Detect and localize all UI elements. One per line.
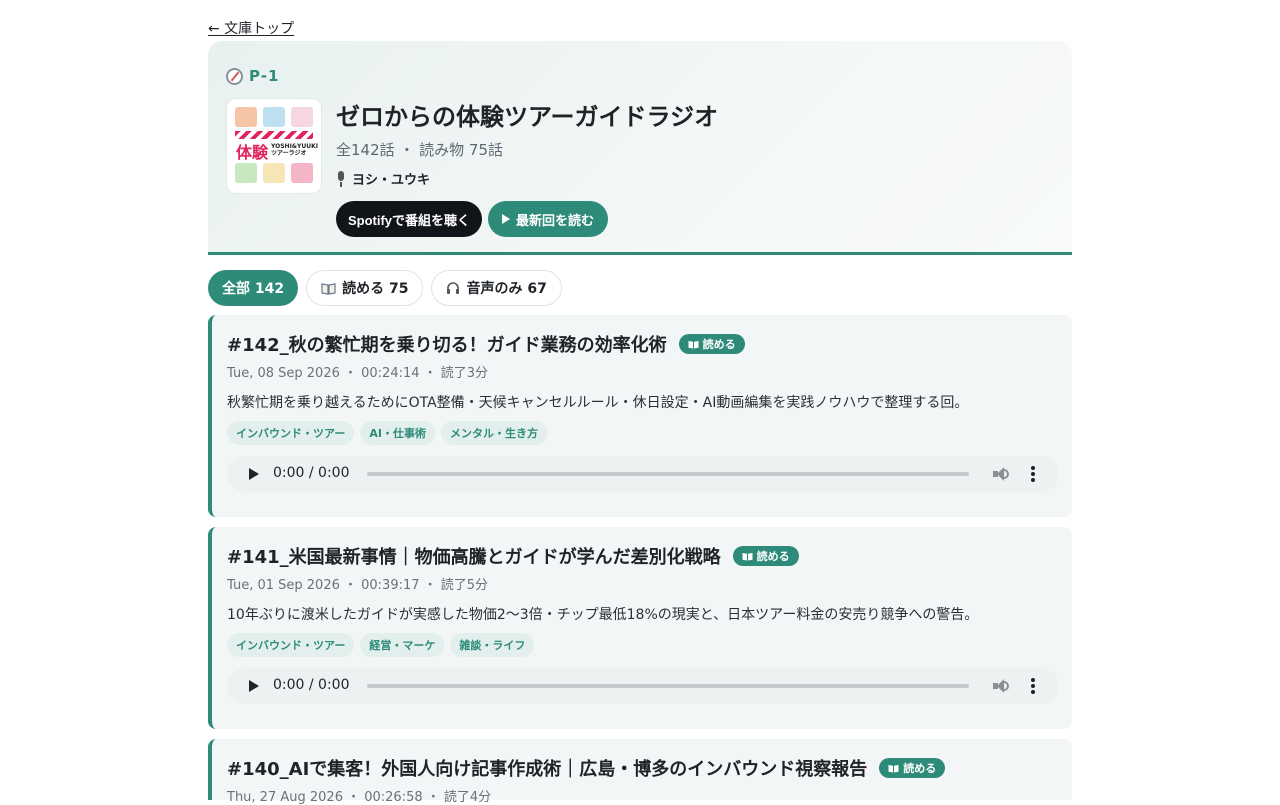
tag-chip[interactable]: 経営・マーケ <box>360 633 445 657</box>
episode-tags: インバウンド・ツアー 経営・マーケ 雑談・ライフ <box>227 633 535 657</box>
filter-all-label: 全部 142 <box>222 281 285 297</box>
cover-stripe <box>235 131 313 139</box>
audio-play-button[interactable] <box>249 680 259 692</box>
audio-time: 0:00 / 0:00 <box>273 677 350 693</box>
compass-icon <box>226 67 243 85</box>
program-code-label: P-1 <box>249 67 280 85</box>
volume-icon[interactable] <box>993 466 1009 482</box>
book-icon <box>742 552 753 560</box>
episode-title-row: #142_秋の繁忙期を乗り切る！ガイド業務の効率化術 読める <box>227 331 745 357</box>
episode-title[interactable]: #142_秋の繁忙期を乗り切る！ガイド業務の効率化術 <box>227 331 667 357</box>
episode-filter-tabs: 全部 142 読める 75 音声のみ 67 <box>208 270 562 306</box>
episode-card[interactable]: #141_米国最新事情｜物価高騰とガイドが学んだ差別化戦略 読める Tue, 0… <box>208 527 1072 729</box>
filter-audio-only-label: 音声のみ 67 <box>466 281 547 297</box>
episode-card[interactable]: #142_秋の繁忙期を乗り切る！ガイド業務の効率化術 読める Tue, 08 S… <box>208 315 1072 517</box>
headphones-icon <box>447 282 460 294</box>
tag-chip[interactable]: AI・仕事術 <box>360 421 435 445</box>
program-meta: 全142話 ・ 読み物 75話 <box>336 141 504 159</box>
readable-badge-label: 読める <box>702 338 736 351</box>
microphone-icon <box>336 170 346 187</box>
read-latest-button[interactable]: 最新回を読む <box>488 201 608 237</box>
audio-progress-slider[interactable] <box>367 684 969 688</box>
episode-meta: Tue, 01 Sep 2026 ・ 00:39:17 ・ 読了5分 <box>227 578 489 593</box>
episode-title-row: #141_米国最新事情｜物価高騰とガイドが学んだ差別化戦略 読める <box>227 543 799 569</box>
cover-main-text: 体験 <box>236 143 269 162</box>
filter-audio-only[interactable]: 音声のみ 67 <box>431 270 562 306</box>
readable-badge-label: 読める <box>756 550 790 563</box>
host-name: ヨシ・ユウキ <box>352 173 431 188</box>
readable-badge: 読める <box>678 334 745 354</box>
episode-description: 秋繁忙期を乗り越えるためにOTA整備・天候キャンセルルール・休日設定・AI動画編… <box>227 395 969 411</box>
readable-badge-label: 読める <box>903 762 937 775</box>
program-host: ヨシ・ユウキ <box>336 169 430 188</box>
more-options-icon[interactable] <box>1031 466 1035 482</box>
tag-chip[interactable]: メンタル・生き方 <box>440 421 547 445</box>
program-header: P-1 体験 YOSHI&YUUKI ツアーラジオ ゼロからの体験ツアーガイドラ… <box>208 41 1072 255</box>
readable-badge: 読める <box>879 758 946 778</box>
episode-title[interactable]: #141_米国最新事情｜物価高騰とガイドが学んだ差別化戦略 <box>227 543 721 569</box>
episode-meta: Tue, 08 Sep 2026 ・ 00:24:14 ・ 読了3分 <box>227 366 489 381</box>
audio-player: 0:00 / 0:00 <box>227 456 1059 492</box>
filter-readable[interactable]: 読める 75 <box>306 270 424 306</box>
audio-player: 0:00 / 0:00 <box>227 668 1059 704</box>
program-title: ゼロからの体験ツアーガイドラジオ <box>336 103 719 131</box>
spotify-button-label: Spotifyで番組を聴く <box>347 212 471 228</box>
episode-tags: インバウンド・ツアー AI・仕事術 メンタル・生き方 <box>227 421 547 445</box>
readable-badge: 読める <box>732 546 799 566</box>
book-icon <box>321 282 336 295</box>
play-icon <box>501 214 510 224</box>
episode-description: 10年ぶりに渡米したガイドが実感した物価2〜3倍・チップ最低18%の現実と、日本… <box>227 607 979 623</box>
episode-meta: Thu, 27 Aug 2026 ・ 00:26:58 ・ 読了4分 <box>227 790 492 805</box>
cover-sub-text: YOSHI&YUUKI ツアーラジオ <box>271 143 319 157</box>
program-cover-art: 体験 YOSHI&YUUKI ツアーラジオ <box>226 98 322 194</box>
tag-chip[interactable]: インバウンド・ツアー <box>227 421 355 445</box>
latest-button-label: 最新回を読む <box>515 212 594 228</box>
audio-time: 0:00 / 0:00 <box>273 465 350 481</box>
audio-progress-slider[interactable] <box>367 472 969 476</box>
listen-on-spotify-button[interactable]: Spotifyで番組を聴く <box>336 201 482 237</box>
episode-card[interactable]: #140_AIで集客！外国人向け記事作成術｜広島・博多のインバウンド視察報告 読… <box>208 739 1072 805</box>
episode-title-row: #140_AIで集客！外国人向け記事作成術｜広島・博多のインバウンド視察報告 読… <box>227 755 946 781</box>
program-code: P-1 <box>226 67 279 85</box>
audio-play-button[interactable] <box>249 468 259 480</box>
volume-icon[interactable] <box>993 678 1009 694</box>
filter-readable-label: 読める 75 <box>342 281 409 297</box>
more-options-icon[interactable] <box>1031 678 1035 694</box>
filter-all[interactable]: 全部 142 <box>208 270 299 306</box>
episode-title[interactable]: #140_AIで集客！外国人向け記事作成術｜広島・博多のインバウンド視察報告 <box>227 755 867 781</box>
book-icon <box>688 340 699 348</box>
tag-chip[interactable]: インバウンド・ツアー <box>227 633 355 657</box>
book-icon <box>888 764 899 772</box>
back-to-library-link[interactable]: ← 文庫トップ <box>208 18 294 38</box>
tag-chip[interactable]: 雑談・ライフ <box>450 633 535 657</box>
